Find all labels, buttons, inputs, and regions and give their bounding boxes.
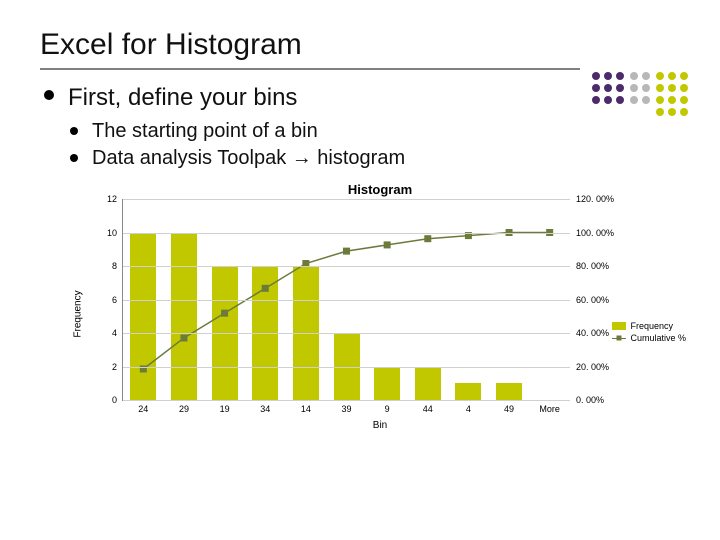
legend-swatch-bar: [612, 322, 626, 330]
y-tick-left: 10: [107, 228, 123, 238]
bar: [496, 383, 522, 400]
bar: [415, 367, 441, 401]
x-tick: 14: [301, 400, 311, 414]
x-tick: 4: [466, 400, 471, 414]
y-tick-left: 8: [112, 261, 123, 271]
bar: [374, 367, 400, 401]
y-tick-left: 0: [112, 395, 123, 405]
x-tick: 9: [385, 400, 390, 414]
y-tick-right: 80. 00%: [570, 261, 609, 271]
bullet-l2-0: The starting point of a bin: [92, 120, 318, 142]
y-tick-right: 60. 00%: [570, 295, 609, 305]
plot-area: 00. 00%220. 00%440. 00%660. 00%880. 00%1…: [122, 199, 570, 401]
y-tick-right: 120. 00%: [570, 194, 614, 204]
y-tick-left: 6: [112, 295, 123, 305]
x-tick: 39: [341, 400, 351, 414]
title-divider: [40, 68, 580, 70]
chart-legend: Frequency Cumulative %: [612, 319, 686, 345]
legend-label-0: Frequency: [630, 321, 673, 331]
x-tick: 29: [179, 400, 189, 414]
bullet-l2-1: Data analysis Toolpak → histogram: [92, 147, 405, 169]
bullet-list: First, define your bins The starting poi…: [40, 84, 680, 170]
x-tick: 44: [423, 400, 433, 414]
chart-container: Histogram Frequency 00. 00%220. 00%440. …: [80, 182, 680, 429]
y-tick-left: 12: [107, 194, 123, 204]
y-tick-right: 40. 00%: [570, 328, 609, 338]
y-tick-right: 0. 00%: [570, 395, 604, 405]
x-tick: 49: [504, 400, 514, 414]
y-tick-left: 2: [112, 362, 123, 372]
y-tick-left: 4: [112, 328, 123, 338]
y-axis-label: Frequency: [73, 290, 84, 337]
x-axis-label: Bin: [373, 420, 387, 431]
bar: [171, 233, 197, 401]
bullet-l1: First, define your bins: [68, 84, 297, 111]
slide-title: Excel for Histogram: [40, 28, 680, 62]
y-tick-right: 100. 00%: [570, 228, 614, 238]
x-tick: 34: [260, 400, 270, 414]
bar: [130, 233, 156, 401]
x-tick: 24: [138, 400, 148, 414]
legend-label-1: Cumulative %: [630, 333, 686, 343]
x-tick: More: [539, 400, 560, 414]
x-tick: 19: [220, 400, 230, 414]
bar: [455, 383, 481, 400]
y-tick-right: 20. 00%: [570, 362, 609, 372]
legend-swatch-line: [612, 334, 626, 342]
